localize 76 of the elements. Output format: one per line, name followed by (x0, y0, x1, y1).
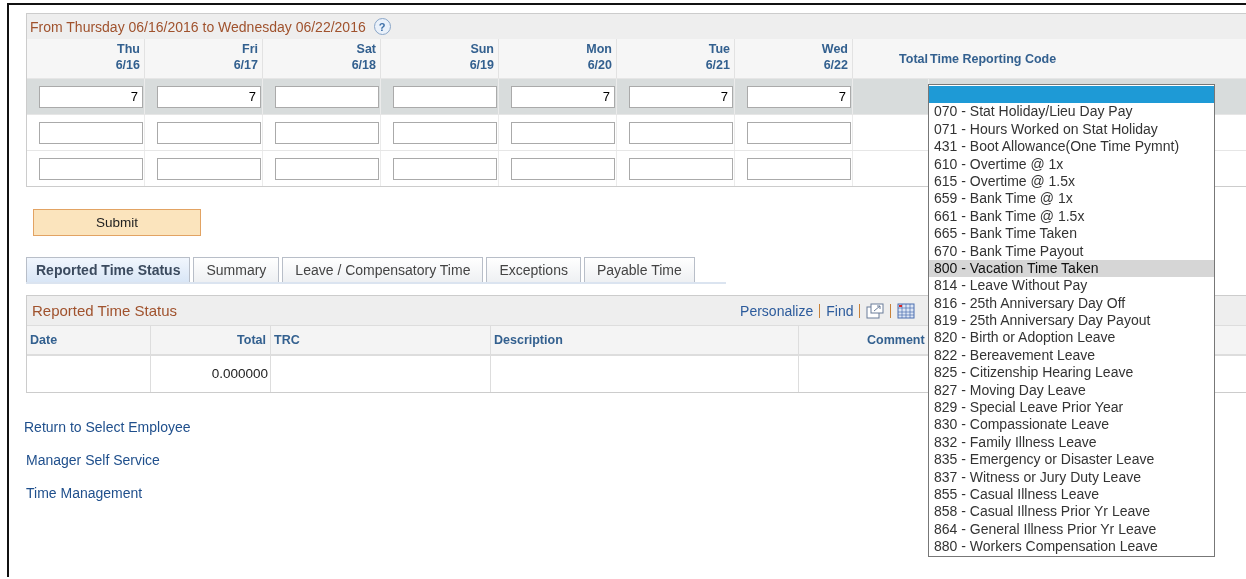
dropdown-option[interactable]: 800 - Vacation Time Taken (929, 259, 1214, 278)
nav-link[interactable]: Manager Self Service (26, 452, 160, 468)
nav-link[interactable]: Time Management (26, 485, 143, 501)
dropdown-option[interactable]: 071 - Hours Worked on Stat Holiday (929, 120, 1214, 139)
dropdown-option[interactable]: 832 - Family Illness Leave (929, 433, 1214, 452)
day-header: Sun 6/19 (381, 39, 499, 78)
total-header: Total (853, 39, 929, 78)
tab[interactable]: Summary (193, 257, 280, 282)
hours-field[interactable] (393, 85, 497, 108)
hours-field[interactable] (511, 157, 615, 180)
day-header: Sat 6/18 (263, 39, 381, 78)
tab[interactable]: Exceptions (486, 257, 581, 282)
grid-title: Reported Time Status (32, 302, 178, 319)
dropdown-option[interactable]: 665 - Bank Time Taken (929, 225, 1214, 243)
dropdown-option[interactable]: 829 - Special Leave Prior Year (929, 399, 1214, 417)
day-header: Mon 6/20 (499, 39, 617, 78)
dropdown-option[interactable]: 880 - Workers Compensation Leave (929, 538, 1214, 556)
day-header: Tue 6/21 (617, 39, 735, 78)
column-header: Description (491, 325, 799, 356)
hours-field[interactable] (629, 157, 733, 180)
hours-field[interactable] (393, 121, 497, 144)
blank-option[interactable] (929, 86, 1214, 104)
toolbar-link[interactable]: Find (826, 302, 854, 319)
dropdown-option[interactable]: 431 - Boot Allowance(One Time Pymnt) (929, 138, 1214, 156)
hours-field[interactable] (629, 121, 733, 144)
hours-field[interactable]: 7 (39, 85, 143, 108)
dropdown-option[interactable]: 835 - Emergency or Disaster Leave (929, 451, 1214, 469)
hours-field[interactable] (747, 157, 851, 180)
toolbar-link[interactable]: Personalize (740, 302, 814, 319)
dropdown-option[interactable]: 858 - Casual Illness Prior Yr Leave (929, 503, 1214, 521)
period-title: From Thursday 06/16/2016 to Wednesday 06/22/2016 (30, 18, 366, 35)
submit-button[interactable]: Submit (33, 209, 201, 236)
dropdown-option[interactable]: 827 - Moving Day Leave (929, 381, 1214, 400)
tab[interactable]: Leave / Compensatory Time (282, 257, 484, 282)
hours-field[interactable] (393, 157, 497, 180)
dropdown-option[interactable]: 659 - Bank Time @ 1x (929, 190, 1214, 208)
new-window-icon[interactable] (866, 302, 885, 319)
column-header: Date (27, 325, 151, 356)
tab[interactable]: Reported Time Status (26, 257, 191, 282)
dropdown-option[interactable]: 816 - 25th Anniversary Day Off (929, 294, 1214, 313)
dropdown-option[interactable]: 830 - Compassionate Leave (929, 416, 1214, 434)
dropdown-list[interactable] (928, 84, 1215, 557)
help-icon[interactable]: ? (373, 18, 391, 35)
day-header: Wed 6/22 (735, 39, 853, 78)
hours-field[interactable] (157, 157, 261, 180)
hours-field[interactable] (275, 121, 379, 144)
day-header: Thu 6/16 (27, 39, 145, 78)
hours-field[interactable]: 7 (629, 85, 733, 108)
day-header: Fri 6/17 (145, 39, 263, 78)
dropdown-option[interactable]: 814 - Leave Without Pay (929, 277, 1214, 295)
dropdown-option[interactable]: 864 - General Illness Prior Yr Leave (929, 520, 1214, 539)
hours-field[interactable] (39, 121, 143, 144)
dropdown-option[interactable]: 825 - Citizenship Hearing Leave (929, 364, 1214, 382)
trc-header: Time Reporting Code (929, 39, 1246, 78)
dropdown-option[interactable]: 661 - Bank Time @ 1.5x (929, 207, 1214, 226)
hours-field[interactable]: 7 (511, 85, 615, 108)
dropdown-option[interactable]: 615 - Overtime @ 1.5x (929, 172, 1214, 191)
hours-field[interactable] (511, 121, 615, 144)
dropdown-option[interactable]: 855 - Casual Illness Leave (929, 486, 1214, 504)
hours-field[interactable] (39, 157, 143, 180)
column-header: Total (151, 325, 271, 356)
tab[interactable]: Payable Time (583, 257, 695, 282)
hours-field[interactable] (157, 121, 261, 144)
dropdown-option[interactable]: 610 - Overtime @ 1x (929, 155, 1214, 173)
nav-link[interactable]: Return to Select Employee (24, 419, 191, 435)
hours-field[interactable] (275, 85, 379, 108)
column-header: TRC (271, 325, 491, 356)
hours-field[interactable]: 7 (747, 85, 851, 108)
hours-field[interactable]: 7 (157, 85, 261, 108)
hours-field[interactable] (275, 157, 379, 180)
dropdown-option[interactable]: 670 - Bank Time Payout (929, 242, 1214, 260)
dropdown-option[interactable]: 820 - Birth or Adoption Leave (929, 329, 1214, 347)
table-cell: 0.000000 (211, 366, 268, 381)
hours-field[interactable] (747, 121, 851, 144)
dropdown-option[interactable]: 837 - Witness or Jury Duty Leave (929, 468, 1214, 486)
spreadsheet-icon[interactable] (897, 302, 916, 319)
